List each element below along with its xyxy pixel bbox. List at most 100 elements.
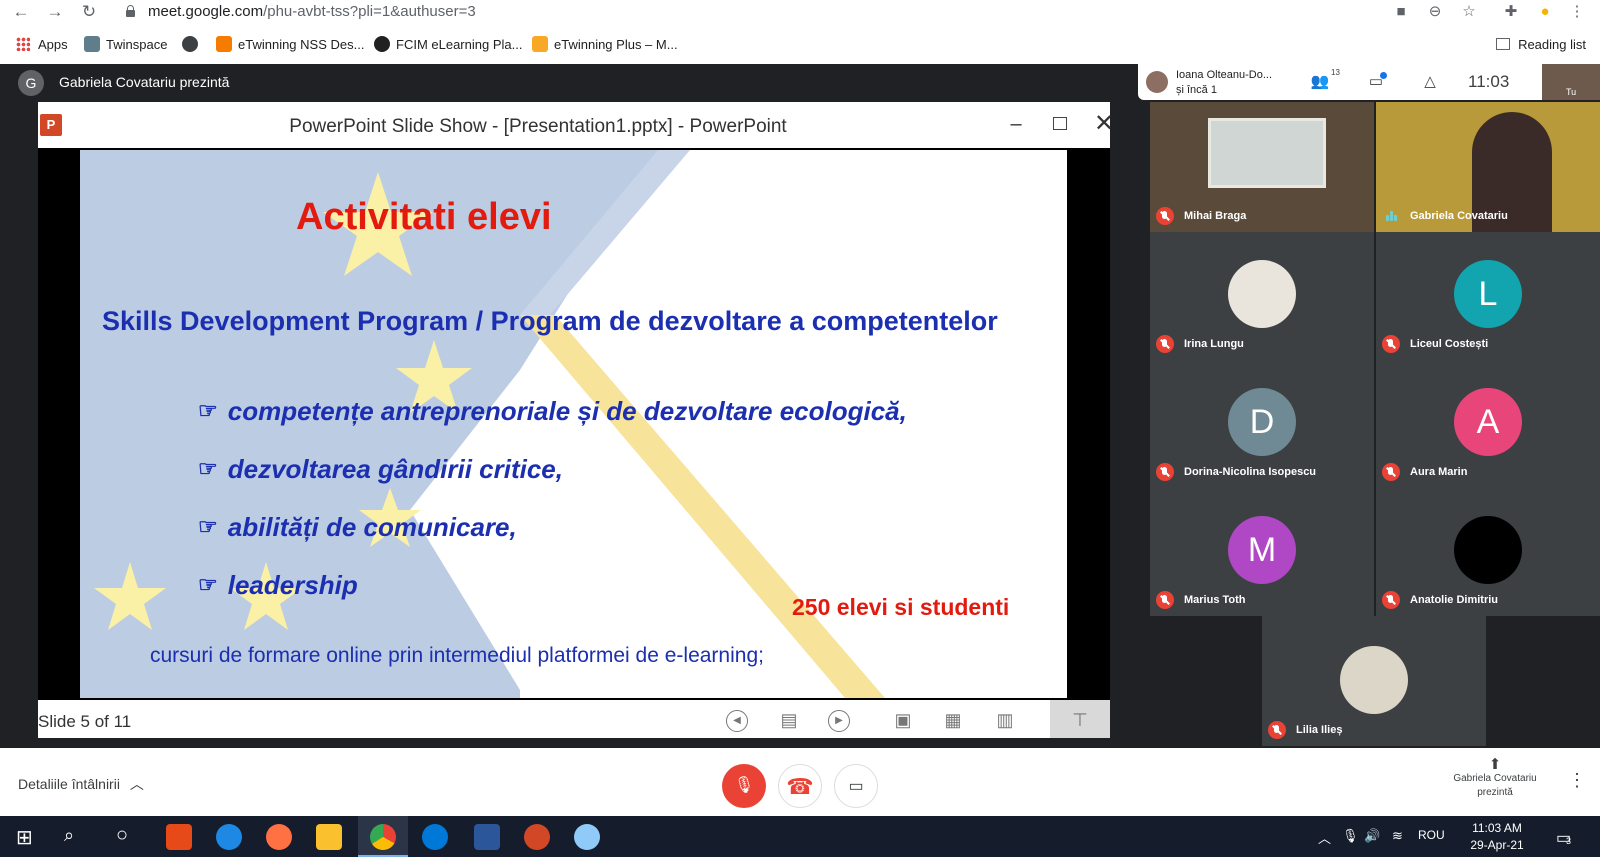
next-slide-icon[interactable]: ▶	[828, 710, 850, 732]
bookmark-star-icon[interactable]: ☆	[1458, 2, 1480, 22]
zoom-icon[interactable]: ⊖	[1424, 2, 1446, 22]
mic-off-icon	[1382, 335, 1400, 353]
meeting-details-label: Detaliile întâlnirii	[18, 776, 120, 792]
bullet-text: abilități de comunicare,	[227, 512, 517, 542]
participant-tile[interactable]: D Dorina-Nicolina Isopescu	[1150, 360, 1374, 488]
internet-explorer-icon[interactable]	[216, 824, 242, 850]
extensions-icon[interactable]: ✚	[1500, 2, 1522, 22]
file-explorer-icon[interactable]	[316, 824, 342, 850]
meet-stage: G Gabriela Covatariu prezintă P PowerPoi…	[0, 64, 1600, 748]
camera-toggle-button[interactable]: ▭	[834, 764, 878, 808]
participant-tile[interactable]: Mihai Braga	[1150, 102, 1374, 232]
lock-icon	[126, 5, 135, 17]
bullet-text: leadership	[227, 570, 358, 600]
globe-icon	[182, 36, 198, 52]
avatar: A	[1454, 388, 1522, 456]
avatar	[1228, 260, 1296, 328]
slideshow-view-button[interactable]: ⊤	[1050, 700, 1110, 738]
slide-status: Slide 5 of 11	[38, 712, 132, 731]
word-icon[interactable]	[474, 824, 500, 850]
powerpoint-titlebar: P PowerPoint Slide Show - [Presentation1…	[38, 102, 1114, 148]
camera-icon[interactable]: ■	[1390, 2, 1412, 22]
minimize-icon[interactable]: –	[1004, 112, 1028, 136]
slide-bullet: ☞ leadership	[198, 570, 358, 601]
bookmark-globe[interactable]	[182, 36, 204, 54]
presenting-label: prezintă	[1477, 787, 1513, 798]
back-arrow-icon[interactable]: ←	[10, 2, 32, 22]
powerpoint-icon[interactable]	[524, 824, 550, 850]
participant-tile[interactable]: A Aura Marin	[1376, 360, 1600, 488]
menu-kebab-icon[interactable]: ⋮	[1566, 2, 1588, 22]
language-indicator[interactable]: ROU	[1418, 828, 1445, 842]
reading-view-icon[interactable]: ▥	[992, 708, 1018, 732]
slide-footer: cursuri de formare online prin intermedi…	[150, 644, 764, 667]
cortana-icon[interactable]: ○	[116, 824, 128, 847]
mic-off-icon	[1156, 463, 1174, 481]
participant-name: Mihai Braga	[1184, 210, 1247, 222]
system-clock[interactable]: 11:03 AM 29-Apr-21	[1462, 820, 1532, 854]
bullet-text: dezvoltarea gândirii critice,	[227, 454, 563, 484]
self-view-tile[interactable]: Tu	[1542, 64, 1600, 100]
avatar	[1340, 646, 1408, 714]
avatar: D	[1228, 388, 1296, 456]
reload-icon[interactable]: ↻	[78, 2, 100, 22]
participant-tile[interactable]: M Marius Toth	[1150, 488, 1374, 616]
bookmark-fcim[interactable]: FCIM eLearning Pla...	[374, 36, 522, 54]
browser-toolbar: ← → ↻ meet.google.com/phu-avbt-tss?pli=1…	[0, 0, 1600, 24]
projected-screen	[1208, 118, 1326, 188]
chrome-active-tab[interactable]	[358, 816, 408, 857]
edge-icon[interactable]	[422, 824, 448, 850]
slide-bullet: ☞ competențe antreprenoriale și de dezvol…	[198, 396, 907, 427]
leave-call-button[interactable]: ☎	[778, 764, 822, 808]
chevron-up-icon[interactable]: ︿	[1318, 828, 1331, 847]
clock-time: 11:03 AM	[1472, 821, 1522, 835]
slideshow-icon: ⊤	[1072, 710, 1088, 730]
forward-arrow-icon[interactable]: →	[44, 2, 66, 22]
reading-list-button[interactable]: Reading list	[1496, 36, 1586, 54]
people-icon[interactable]: 👥	[1310, 73, 1330, 91]
powerpoint-statusbar: Slide 5 of 11 ◀ ▤ ▶ ▣ ▦ ▥ ⊤	[38, 700, 1110, 738]
url-text[interactable]: meet.google.com/phu-avbt-tss?pli=1&authu…	[148, 3, 476, 20]
chevron-up-icon: ︿	[129, 776, 144, 792]
slide-sorter-icon[interactable]: ▦	[940, 708, 966, 732]
chat-unread-dot	[1380, 72, 1387, 79]
search-icon[interactable]: ⌕	[64, 825, 74, 846]
maximize-icon[interactable]	[1048, 112, 1072, 136]
meeting-details-button[interactable]: Detaliile întâlnirii ︿	[18, 774, 144, 794]
participant-tile[interactable]: Lilia Ilieș	[1262, 616, 1486, 746]
microphone-toggle-button[interactable]: 🎙	[722, 764, 766, 808]
meeting-clock: 11:03	[1468, 72, 1510, 91]
acrobat-icon[interactable]	[166, 824, 192, 850]
activities-icon[interactable]: △	[1420, 73, 1440, 91]
more-options-icon[interactable]: ⋮	[1568, 770, 1586, 791]
windows-start-icon[interactable]: ⊞	[16, 825, 33, 850]
close-icon[interactable]: ✕	[1092, 112, 1116, 136]
slide-menu-icon[interactable]: ▤	[776, 708, 802, 732]
bullet-text: competențe antreprenoriale și de dezvolt…	[227, 396, 907, 426]
participant-tile[interactable]: Irina Lungu	[1150, 232, 1374, 360]
browser-chrome: ← → ↻ meet.google.com/phu-avbt-tss?pli=1…	[0, 0, 1600, 64]
notification-center-icon[interactable]: ▭ 3	[1556, 828, 1571, 848]
bookmark-etwinning-plus[interactable]: eTwinning Plus – M...	[532, 36, 678, 54]
paint-icon[interactable]	[574, 824, 600, 850]
participant-tile[interactable]: Gabriela Covatariu	[1376, 102, 1600, 232]
previous-slide-icon[interactable]: ◀	[726, 710, 748, 732]
wifi-icon[interactable]: ≋	[1392, 828, 1403, 844]
bookmark-apps[interactable]: Apps	[16, 36, 68, 54]
etwinning-plus-icon	[532, 36, 548, 52]
firefox-icon[interactable]	[266, 824, 292, 850]
bookmark-etwinning-nss[interactable]: eTwinning NSS Des...	[216, 36, 364, 54]
participant-tile[interactable]: Anatolie Dimitriu	[1376, 488, 1600, 616]
presenting-indicator[interactable]: ⬆ Gabriela Covatariu prezintă	[1440, 757, 1550, 800]
microphone-icon[interactable]: 🎙	[1342, 828, 1359, 844]
top-participants[interactable]: Ioana Olteanu-Do... și încă 1	[1138, 64, 1298, 100]
hang-up-icon: ☎	[786, 774, 814, 799]
pointing-hand-icon: ☞	[198, 456, 218, 481]
volume-icon[interactable]: 🔊	[1364, 828, 1380, 844]
slide-bullet: ☞ dezvoltarea gândirii critice,	[198, 454, 563, 485]
bookmark-twinspace[interactable]: Twinspace	[84, 36, 167, 54]
address-bar[interactable]: meet.google.com/phu-avbt-tss?pli=1&authu…	[112, 0, 1412, 24]
normal-view-icon[interactable]: ▣	[890, 708, 916, 732]
profile-icon[interactable]: ●	[1534, 2, 1556, 22]
participant-tile[interactable]: L Liceul Costești	[1376, 232, 1600, 360]
